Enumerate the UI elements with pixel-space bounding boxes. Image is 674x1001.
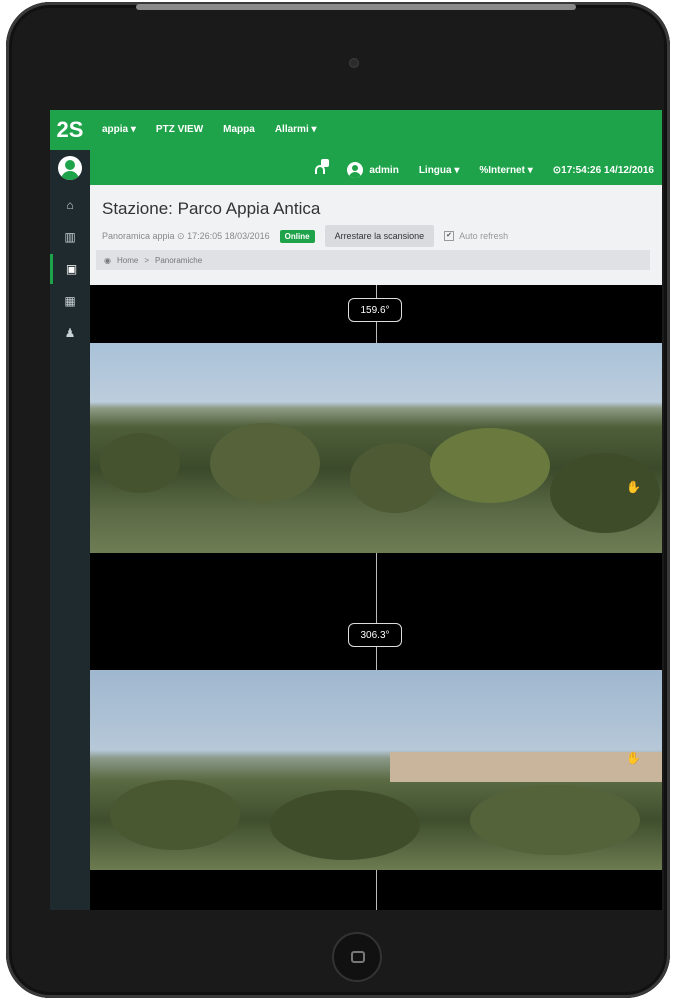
clock-display: ⊙17:54:26 14/12/2016 bbox=[552, 164, 654, 176]
status-badge: Online bbox=[279, 229, 315, 243]
alarms-dropdown[interactable]: Allarmi ▾ bbox=[275, 124, 317, 135]
sidebar-item-panoramas[interactable]: ▣ bbox=[50, 254, 90, 284]
map-link[interactable]: Mappa bbox=[223, 124, 255, 135]
station-header: Stazione: Parco Appia Antica Panoramica … bbox=[90, 185, 662, 285]
ptz-view-link[interactable]: PTZ VIEW bbox=[156, 124, 203, 135]
page-title: Stazione: Parco Appia Antica bbox=[102, 199, 321, 218]
panorama-image-2[interactable]: ✋ bbox=[90, 670, 662, 870]
top-navbar: appia ▾ PTZ VIEW Mappa Allarmi ▾ admin L… bbox=[90, 110, 662, 185]
tree-shape bbox=[110, 780, 240, 850]
front-camera bbox=[349, 58, 359, 68]
sidebar: 2S ⌂ ▥ ▣ ▦ ♟ bbox=[50, 110, 90, 910]
sidebar-item-home[interactable]: ⌂ bbox=[50, 190, 90, 220]
tablet-frame: 2S ⌂ ▥ ▣ ▦ ♟ appia ▾ PTZ VIEW Mappa Alla… bbox=[6, 2, 670, 998]
auto-refresh-label: Auto refresh bbox=[459, 231, 509, 241]
notification-bell-icon[interactable] bbox=[313, 159, 330, 177]
brand-logo[interactable]: 2S bbox=[50, 110, 90, 150]
user-icon: ♟ bbox=[64, 326, 76, 340]
tree-shape bbox=[100, 433, 180, 493]
angle-label-2: 306.3° bbox=[348, 623, 402, 647]
angle-label-1: 159.6° bbox=[348, 298, 402, 322]
home-icon: ⌂ bbox=[66, 198, 74, 212]
tree-shape bbox=[350, 443, 440, 513]
drag-hand-icon[interactable]: ✋ bbox=[626, 752, 641, 764]
station-meta: Panoramica appia ⊙ 17:26:05 18/03/2016 O… bbox=[102, 225, 508, 247]
internet-dropdown[interactable]: %Internet ▾ bbox=[479, 165, 532, 176]
logo-text: 2S bbox=[56, 117, 84, 142]
stop-scan-button[interactable]: Arrestare la scansione bbox=[324, 225, 435, 247]
panorama-viewer[interactable]: 159.6° ✋ 306.3° ✋ bbox=[90, 285, 662, 910]
sidebar-item-user[interactable]: ♟ bbox=[50, 318, 90, 348]
user-menu[interactable]: admin bbox=[347, 162, 399, 178]
username: admin bbox=[369, 164, 399, 176]
tree-shape bbox=[270, 790, 420, 860]
tree-shape bbox=[430, 428, 550, 503]
sidebar-item-map[interactable]: ▥ bbox=[50, 222, 90, 252]
tree-shape bbox=[550, 453, 660, 533]
map-icon: ▥ bbox=[64, 230, 76, 244]
sidebar-item-calendar[interactable]: ▦ bbox=[50, 286, 90, 316]
breadcrumb-separator: > bbox=[144, 255, 149, 265]
avatar-head-shape bbox=[65, 160, 75, 170]
user-nav: admin Lingua ▾ %Internet ▾ ⊙17:54:26 14/… bbox=[313, 159, 654, 178]
app-screen: 2S ⌂ ▥ ▣ ▦ ♟ appia ▾ PTZ VIEW Mappa Alla… bbox=[50, 110, 662, 910]
auto-refresh-toggle[interactable]: ✔ Auto refresh bbox=[444, 231, 508, 241]
sidebar-avatar[interactable] bbox=[58, 156, 82, 180]
panorama-timestamp: Panoramica appia ⊙ 17:26:05 18/03/2016 bbox=[102, 230, 270, 241]
home-button-icon bbox=[351, 951, 365, 963]
panorama-image-1[interactable]: ✋ bbox=[90, 343, 662, 553]
breadcrumb-home[interactable]: Home bbox=[117, 256, 138, 265]
breadcrumb-current: Panoramiche bbox=[155, 255, 203, 265]
checkbox-checked-icon[interactable]: ✔ bbox=[444, 231, 455, 241]
image-icon: ▣ bbox=[65, 262, 78, 276]
breadcrumb: ◉ Home > Panoramiche bbox=[96, 250, 650, 270]
station-dropdown[interactable]: appia ▾ bbox=[102, 124, 136, 135]
language-dropdown[interactable]: Lingua ▾ bbox=[419, 165, 460, 176]
avatar-body-shape bbox=[61, 171, 79, 180]
user-avatar-icon bbox=[347, 162, 364, 178]
drag-hand-icon[interactable]: ✋ bbox=[626, 481, 641, 493]
dashboard-icon: ◉ bbox=[104, 255, 111, 265]
main-nav: appia ▾ PTZ VIEW Mappa Allarmi ▾ bbox=[102, 124, 317, 135]
city-buildings bbox=[390, 752, 662, 782]
tablet-top-edge bbox=[136, 4, 576, 10]
tablet-home-button[interactable] bbox=[332, 932, 382, 982]
notification-badge bbox=[321, 159, 330, 167]
tree-shape bbox=[210, 423, 320, 503]
tree-shape bbox=[470, 785, 640, 855]
calendar-icon: ▦ bbox=[64, 294, 76, 308]
